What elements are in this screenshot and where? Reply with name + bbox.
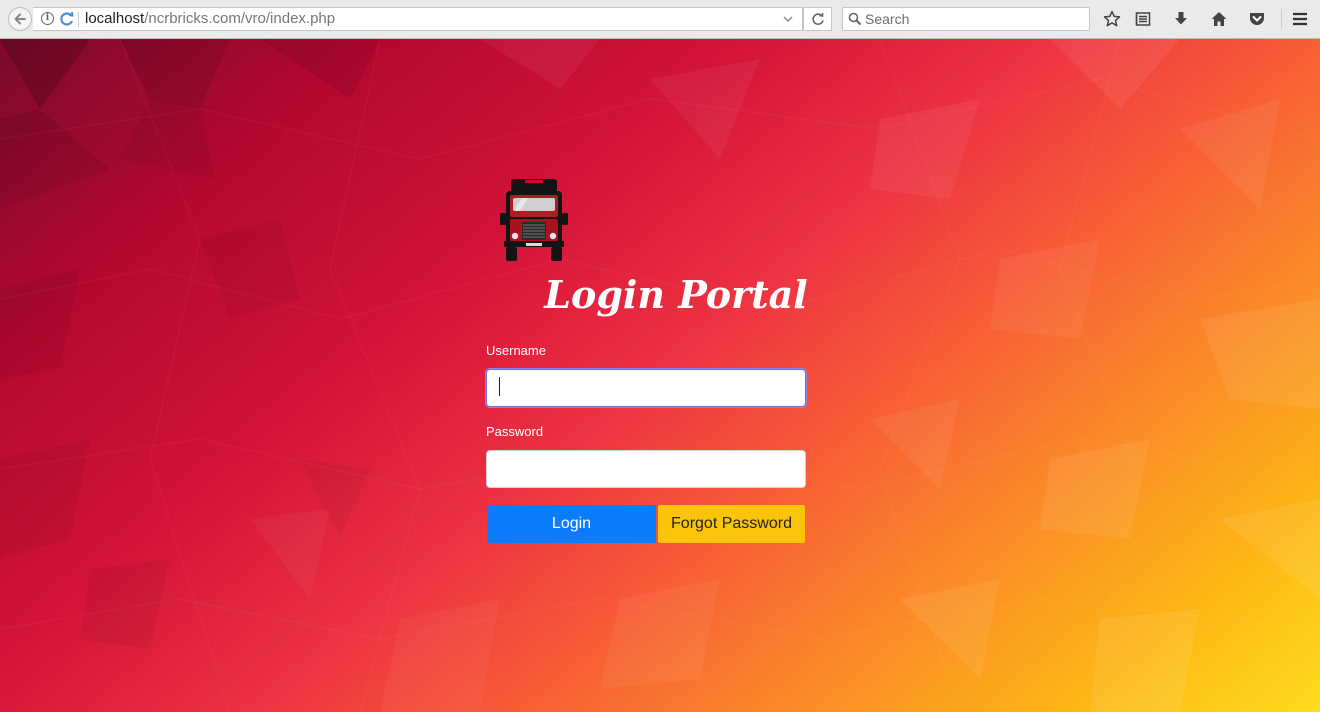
search-bar[interactable] [842,7,1090,31]
page-title: Login Portal [544,272,808,317]
text-caret [499,377,500,396]
username-label: Username [486,343,546,358]
password-input[interactable] [486,450,806,488]
info-icon[interactable]: i [41,12,54,25]
browser-toolbar: i localhost/ncrbricks.com/vro/index.php [0,0,1320,39]
download-icon[interactable] [1171,9,1191,29]
home-icon[interactable] [1209,9,1229,29]
back-button[interactable] [8,7,32,31]
reload-icon [811,13,824,25]
search-input[interactable] [865,9,1075,29]
forgot-password-button[interactable]: Forgot Password [658,505,805,543]
url-text[interactable]: localhost/ncrbricks.com/vro/index.php [85,10,335,27]
url-host: localhost [85,10,145,27]
bookmark-star-icon[interactable] [1102,9,1122,29]
url-path: /ncrbricks.com/vro/index.php [144,10,336,27]
login-button[interactable]: Login [487,505,656,543]
chevron-down-icon[interactable] [782,13,794,25]
connection-icon [60,11,74,26]
password-label: Password [486,424,544,439]
url-separator [78,12,79,27]
truck-logo [500,179,568,261]
address-bar[interactable]: i localhost/ncrbricks.com/vro/index.php [33,7,803,31]
reading-list-icon[interactable] [1133,9,1153,29]
username-input[interactable] [486,369,806,407]
search-icon [848,12,862,26]
reload-button[interactable] [803,7,832,31]
login-page: Login Portal Username Password Login For… [0,39,1320,712]
toolbar-divider [1281,9,1282,29]
back-arrow-icon [14,13,26,25]
pocket-icon[interactable] [1247,9,1267,29]
menu-icon[interactable] [1290,9,1310,29]
